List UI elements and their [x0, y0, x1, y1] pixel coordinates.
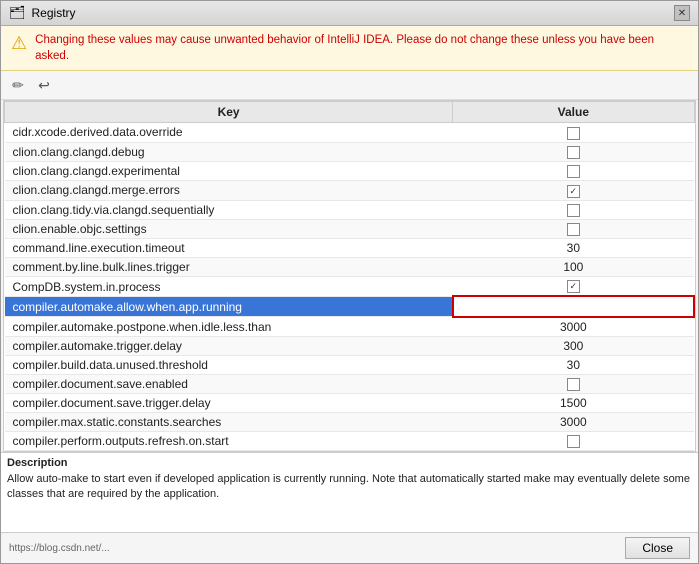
table-row[interactable]: clion.clang.clangd.debug	[5, 142, 453, 161]
table-cell-value[interactable]: 30	[453, 239, 694, 258]
table-cell-value[interactable]	[453, 123, 694, 142]
table-row[interactable]: clion.clang.clangd.experimental	[5, 161, 453, 180]
table-row[interactable]: CompDB.system.in.process	[5, 277, 453, 297]
undo-button[interactable]: ↩	[33, 74, 55, 96]
table-cell-value[interactable]	[453, 432, 694, 451]
table-row[interactable]: comment.by.line.bulk.lines.trigger	[5, 258, 453, 277]
description-section: Description Allow auto-make to start eve…	[1, 452, 698, 532]
description-text: Allow auto-make to start even if develop…	[7, 472, 692, 503]
table-cell-value[interactable]: 30	[453, 355, 694, 374]
table-row[interactable]: compiler.max.static.constants.searches	[5, 413, 453, 432]
table-cell-value[interactable]	[453, 219, 694, 238]
warning-icon: ⚠	[11, 33, 27, 54]
table-row[interactable]: compiler.automake.postpone.when.idle.les…	[5, 317, 453, 337]
table-cell-value[interactable]	[453, 374, 694, 393]
url-text: https://blog.csdn.net/...	[9, 543, 110, 554]
table-row[interactable]: cidr.xcode.derived.data.override	[5, 123, 453, 142]
table-cell-value[interactable]	[453, 161, 694, 180]
warning-text: Changing these values may cause unwanted…	[35, 32, 688, 64]
bottom-bar: https://blog.csdn.net/... Close	[1, 532, 698, 563]
registry-table: Key Value cidr.xcode.derived.data.overri…	[4, 101, 695, 452]
table-cell-value[interactable]: 1500	[453, 394, 694, 413]
col-header-value: Value	[453, 102, 694, 123]
registry-table-container[interactable]: Key Value cidr.xcode.derived.data.overri…	[3, 100, 696, 452]
table-cell-value[interactable]	[453, 277, 694, 297]
table-cell-value[interactable]: 3000	[453, 413, 694, 432]
table-row[interactable]: compiler.document.save.enabled	[5, 374, 453, 393]
dialog-icon: 🗂	[9, 5, 26, 21]
table-cell-value[interactable]	[453, 142, 694, 161]
table-row[interactable]: clion.clang.clangd.merge.errors	[5, 181, 453, 200]
table-row[interactable]: compiler.document.save.trigger.delay	[5, 394, 453, 413]
table-row[interactable]: compiler.automake.allow.when.app.running	[5, 296, 453, 316]
table-row[interactable]: compiler.perform.outputs.refresh.on.star…	[5, 432, 453, 451]
table-row[interactable]: command.line.execution.timeout	[5, 239, 453, 258]
table-row[interactable]: compiler.automake.trigger.delay	[5, 336, 453, 355]
dialog-title: Registry	[32, 6, 76, 20]
table-row[interactable]: compiler.build.data.unused.threshold	[5, 355, 453, 374]
title-bar-left: 🗂 Registry	[9, 5, 76, 21]
registry-dialog: 🗂 Registry ✕ ⚠ Changing these values may…	[0, 0, 699, 564]
warning-bar: ⚠ Changing these values may cause unwant…	[1, 26, 698, 71]
table-cell-value[interactable]	[453, 296, 694, 316]
title-bar: 🗂 Registry ✕	[1, 1, 698, 26]
table-cell-value[interactable]: 300	[453, 336, 694, 355]
col-header-key: Key	[5, 102, 453, 123]
toolbar: ✏ ↩	[1, 71, 698, 100]
description-label: Description	[7, 457, 692, 469]
edit-button[interactable]: ✏	[7, 74, 29, 96]
table-row[interactable]: clion.enable.objc.settings	[5, 219, 453, 238]
table-cell-value[interactable]: 3000	[453, 317, 694, 337]
window-close-button[interactable]: ✕	[674, 5, 690, 21]
table-cell-value[interactable]	[453, 200, 694, 219]
table-cell-value[interactable]: 100	[453, 258, 694, 277]
close-dialog-button[interactable]: Close	[625, 537, 690, 559]
table-row[interactable]: clion.clang.tidy.via.clangd.sequentially	[5, 200, 453, 219]
content-area: Key Value cidr.xcode.derived.data.overri…	[1, 100, 698, 532]
table-cell-value[interactable]	[453, 181, 694, 200]
